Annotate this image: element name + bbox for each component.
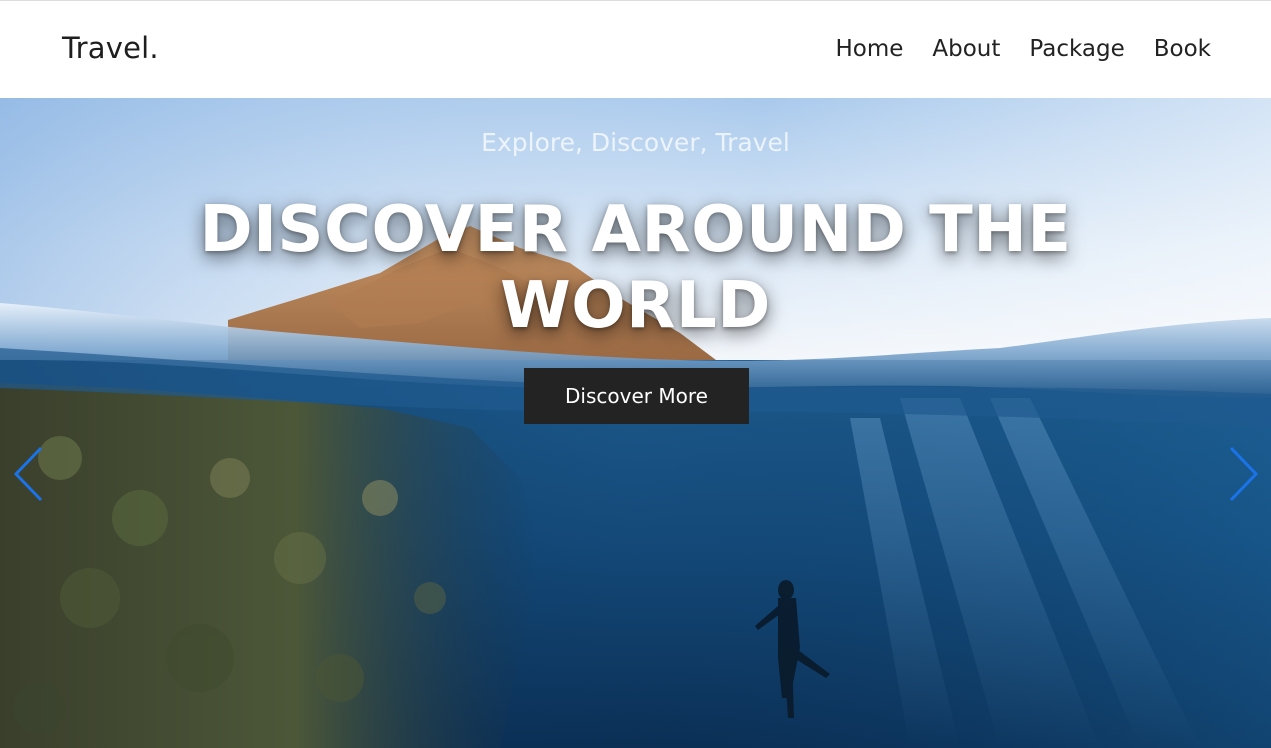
hero-subtitle: Explore, Discover, Travel: [481, 128, 790, 157]
hero-title: DISCOVER AROUND THE WORLD: [199, 193, 1072, 343]
chevron-right-icon: [1229, 446, 1259, 502]
nav-link-about[interactable]: About: [932, 36, 1000, 62]
chevron-left-icon: [13, 446, 43, 502]
brand-logo[interactable]: Travel.: [62, 31, 159, 65]
navbar: Travel. Home About Package Book: [0, 1, 1271, 98]
nav-links: Home About Package Book: [835, 36, 1211, 62]
nav-link-home[interactable]: Home: [835, 36, 903, 62]
nav-link-package[interactable]: Package: [1029, 36, 1124, 62]
nav-link-book[interactable]: Book: [1154, 36, 1211, 62]
discover-more-button[interactable]: Discover More: [524, 368, 749, 424]
carousel-next-button[interactable]: [1224, 444, 1264, 504]
hero-carousel: Explore, Discover, Travel DISCOVER AROUN…: [0, 98, 1271, 748]
carousel-prev-button[interactable]: [8, 444, 48, 504]
